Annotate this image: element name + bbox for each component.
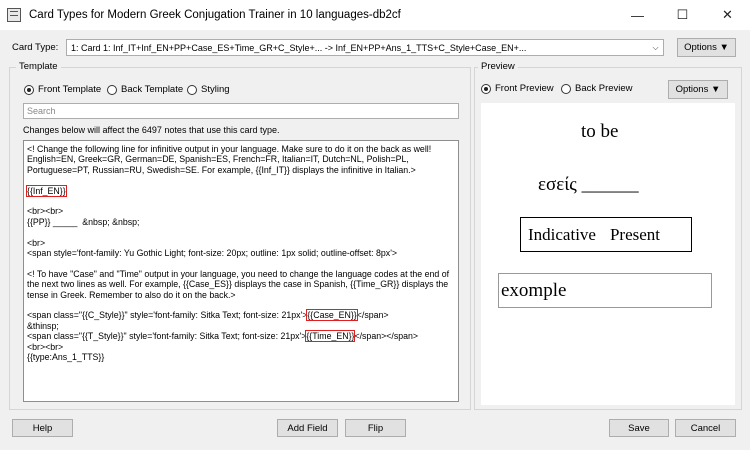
preview-tense: Present [609, 224, 661, 244]
radio-unchecked-icon [107, 84, 117, 95]
preview-answer-input[interactable]: exomple [498, 273, 712, 308]
title-bar: Card Types for Modern Greek Conjugation … [0, 0, 750, 30]
radio-unchecked-icon [561, 83, 571, 94]
front-template-radio[interactable]: Front Template [24, 84, 101, 95]
code-line: <span class="{{C_Style}}" style='font-fa… [27, 310, 308, 321]
preview-options-button[interactable]: Options ▼ [668, 80, 728, 99]
save-button[interactable]: Save [609, 419, 669, 437]
code-line: </span> [356, 310, 389, 321]
code-line: &thinsp; [27, 320, 59, 331]
notes-affected-notice: Changes below will affect the 6497 notes… [23, 125, 280, 135]
preview-answer-value: exomple [501, 279, 567, 301]
radio-checked-icon [24, 84, 34, 95]
front-preview-radio[interactable]: Front Preview [481, 83, 554, 94]
styling-radio[interactable]: Styling [187, 84, 230, 95]
radio-unchecked-icon [187, 84, 197, 95]
card-type-options-button[interactable]: Options ▼ [677, 38, 736, 57]
inf-en-field-highlight: {{Inf_EN}} [26, 184, 67, 197]
card-type-value: 1: Card 1: Inf_IT+Inf_EN+PP+Case_ES+Time… [71, 42, 527, 53]
card-preview: to be εσείς ______ Indicative Present ex… [481, 103, 735, 405]
code-line: <span style='font-family: Yu Gothic Ligh… [27, 248, 398, 259]
preview-mood-tense-box: Indicative Present [520, 217, 692, 252]
app-icon [7, 8, 21, 22]
window-controls: — ☐ ✕ [615, 0, 750, 30]
chevron-down-icon: ⌵ [652, 42, 659, 52]
cancel-button[interactable]: Cancel [675, 419, 736, 437]
code-line: {{PP}} _____ &nbsp; &nbsp; [27, 216, 140, 227]
preview-pronoun-line: εσείς ______ [538, 174, 639, 195]
code-line: </span></span> [354, 331, 419, 342]
back-preview-radio[interactable]: Back Preview [561, 83, 633, 94]
preview-group-title: Preview [478, 61, 518, 72]
time-en-field-highlight: {{Time_EN}} [305, 330, 356, 343]
comment-infinitive: <! Change the following line for infinit… [27, 144, 432, 175]
back-template-radio[interactable]: Back Template [107, 84, 183, 95]
code-line: <span class="{{T_Style}}" style='font-fa… [27, 331, 307, 342]
case-en-field-highlight: {{Case_EN}} [306, 309, 358, 322]
preview-infinitive: to be [581, 121, 619, 142]
card-type-label: Card Type: [12, 42, 59, 53]
flip-button[interactable]: Flip [345, 419, 406, 437]
comment-case-time: <! To have "Case" and "Time" output in y… [27, 268, 450, 300]
close-button[interactable]: ✕ [705, 0, 750, 30]
code-line: <br> [27, 237, 46, 248]
maximize-button[interactable]: ☐ [660, 0, 705, 30]
code-line: <br><br> [27, 341, 64, 352]
card-type-select[interactable]: 1: Card 1: Inf_IT+Inf_EN+PP+Case_ES+Time… [66, 39, 664, 56]
minimize-button[interactable]: — [615, 0, 660, 30]
help-button[interactable]: Help [12, 419, 73, 437]
code-line: <br><br> [27, 206, 64, 217]
template-group-title: Template [16, 61, 61, 72]
preview-mood: Indicative [528, 224, 596, 244]
template-editor[interactable]: <! Change the following line for infinit… [23, 140, 459, 402]
code-line: {{type:Ans_1_TTS}} [27, 352, 105, 363]
window-title: Card Types for Modern Greek Conjugation … [29, 9, 401, 21]
radio-checked-icon [481, 83, 491, 94]
search-input[interactable]: Search [23, 103, 459, 119]
add-field-button[interactable]: Add Field [277, 419, 338, 437]
